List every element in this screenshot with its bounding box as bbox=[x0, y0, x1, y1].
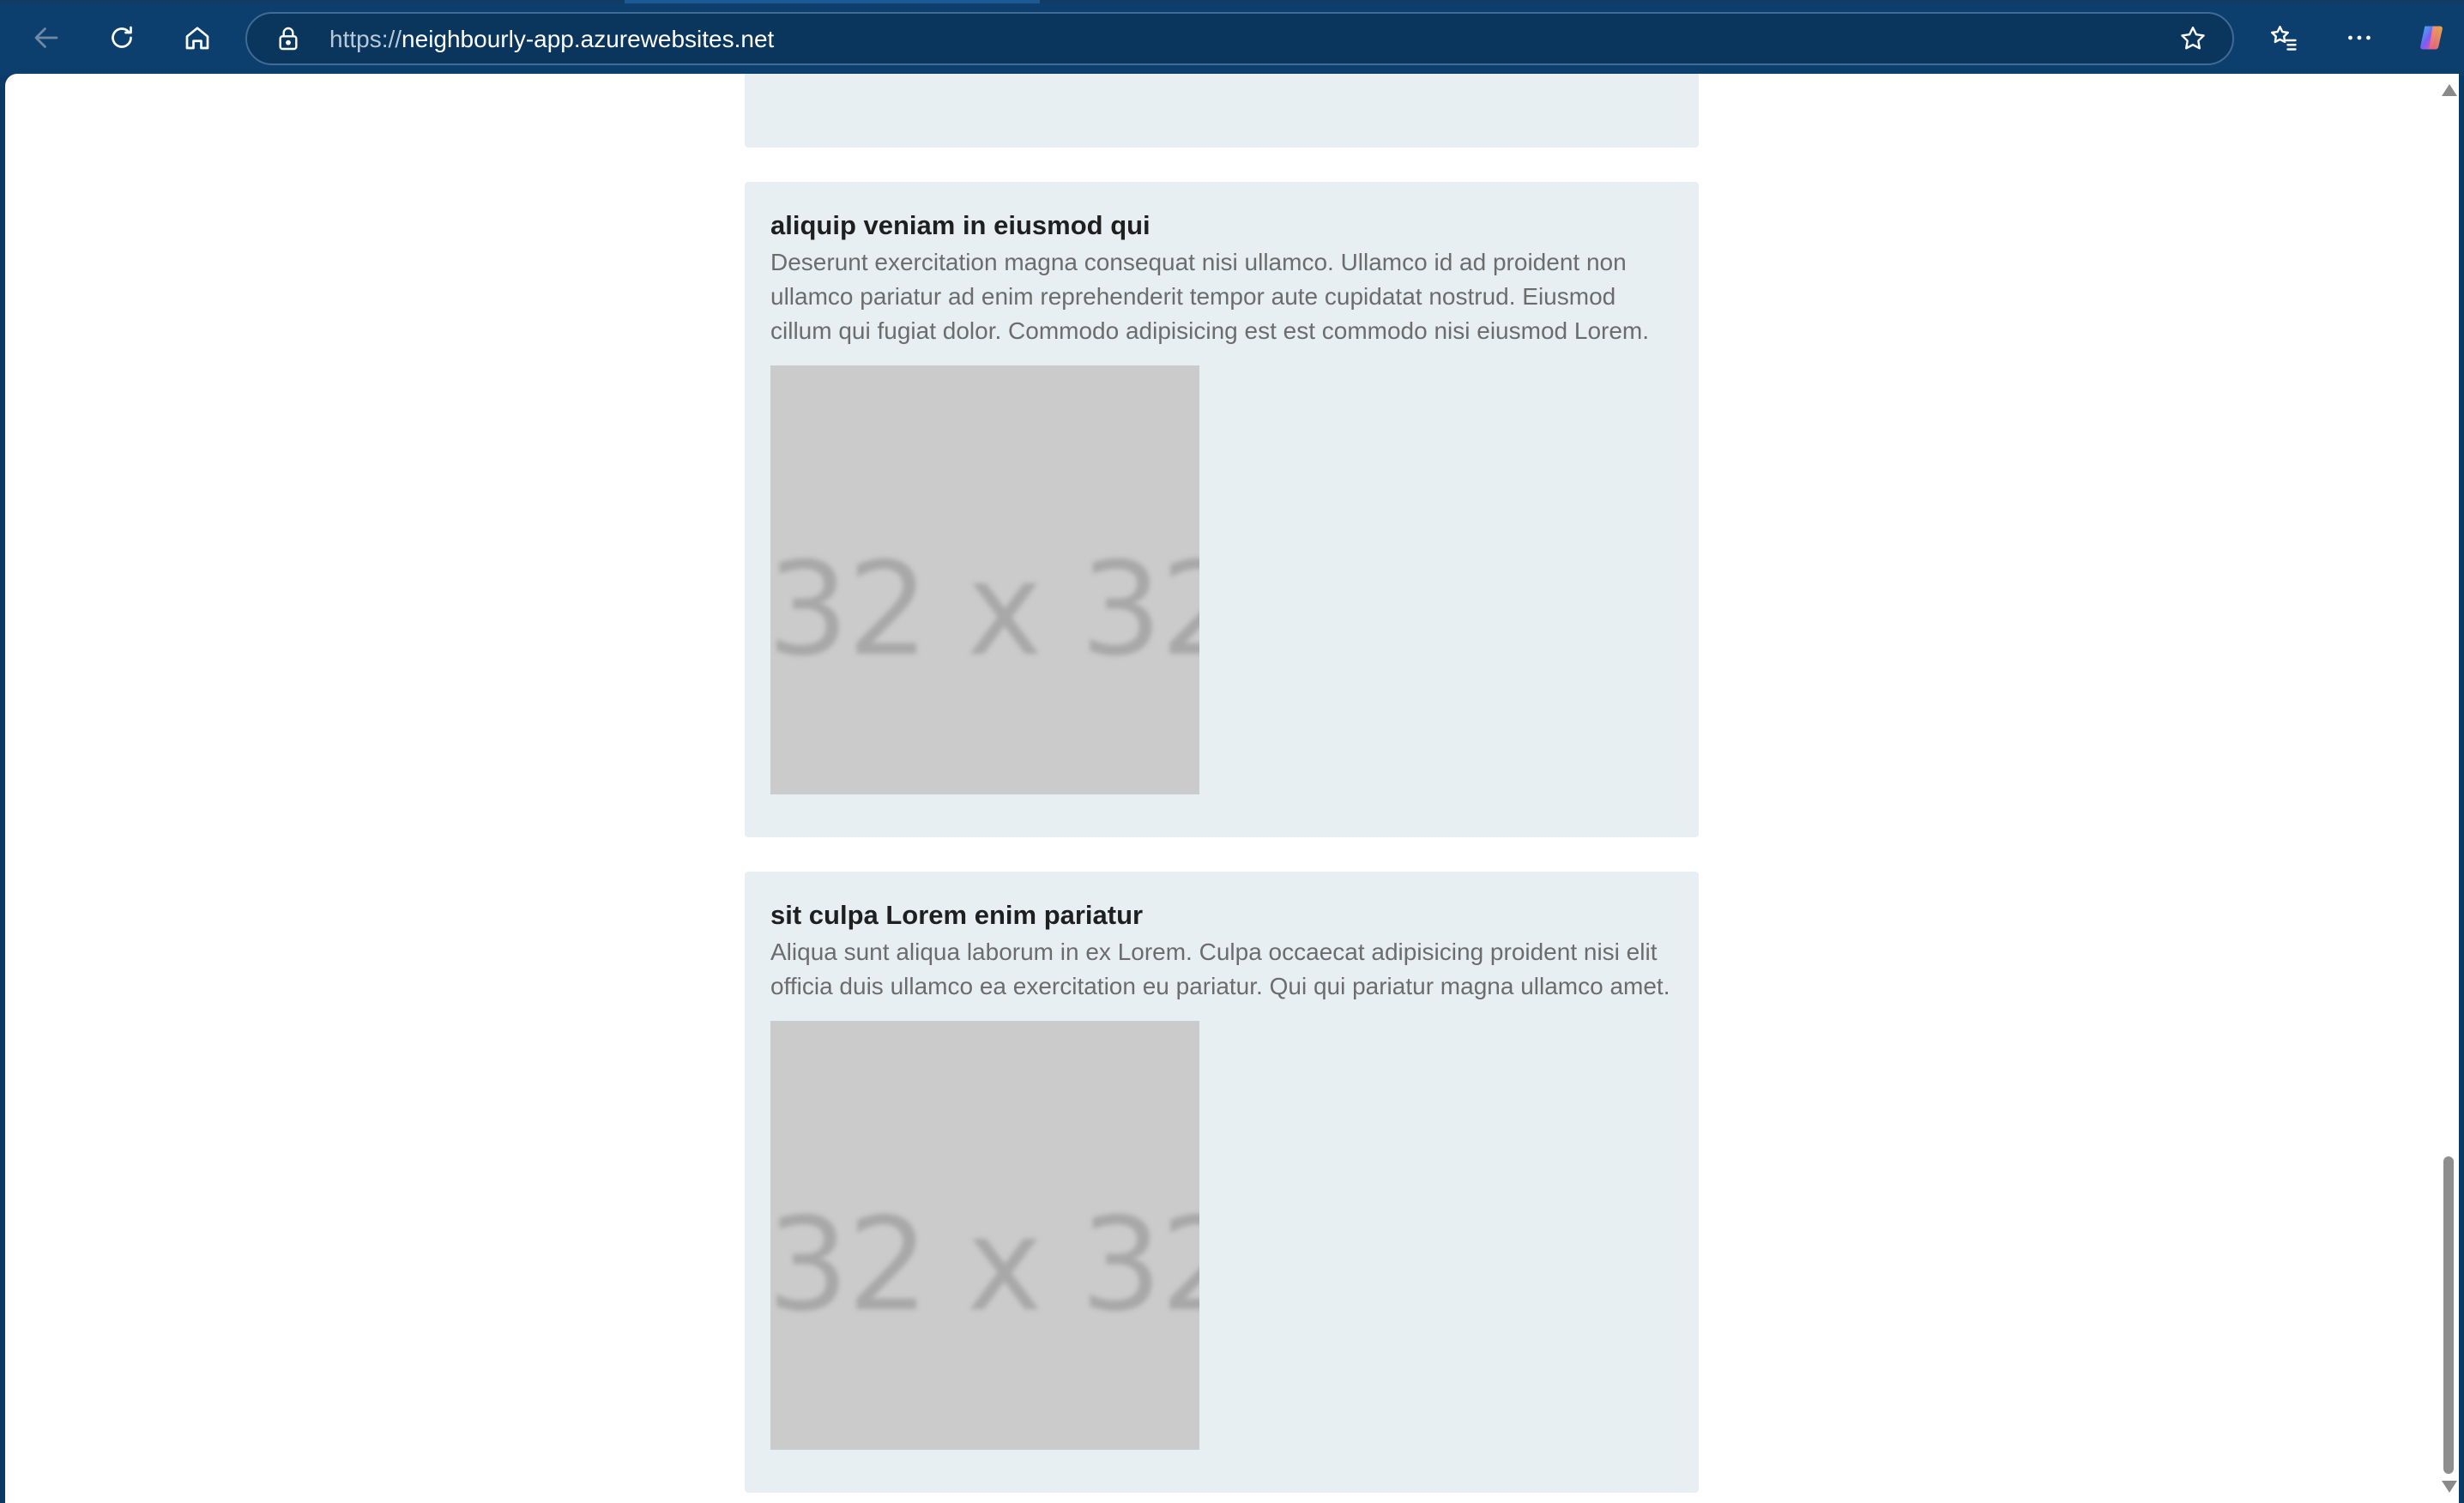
post-image-placeholder: 32 x 32 bbox=[770, 365, 1199, 794]
favorites-button[interactable] bbox=[2260, 14, 2308, 62]
refresh-icon bbox=[112, 26, 132, 48]
browser-toolbar: https://neighbourly-app.azurewebsites.ne… bbox=[0, 0, 2464, 75]
refresh-button[interactable] bbox=[98, 14, 146, 62]
more-dots-icon bbox=[2348, 35, 2370, 40]
address-bar[interactable]: https://neighbourly-app.azurewebsites.ne… bbox=[245, 12, 2234, 65]
post-card: sit culpa Lorem enim pariatur Aliqua sun… bbox=[745, 872, 1699, 1493]
home-button[interactable] bbox=[173, 14, 221, 62]
placeholder-label: 32 x 32 bbox=[770, 535, 1199, 685]
back-button[interactable] bbox=[22, 14, 70, 62]
url-text[interactable]: https://neighbourly-app.azurewebsites.ne… bbox=[329, 26, 774, 53]
page-viewport[interactable]: aliquip veniam in eiusmod qui Deserunt e… bbox=[5, 74, 2459, 1503]
placeholder-label: 32 x 32 bbox=[770, 1191, 1199, 1340]
post-title: aliquip veniam in eiusmod qui bbox=[770, 210, 1150, 240]
post-card-previous bbox=[745, 74, 1699, 148]
post-body: Aliqua sunt aliqua laborum in ex Lorem. … bbox=[770, 939, 1670, 999]
back-arrow-icon bbox=[34, 27, 58, 48]
post-title: sit culpa Lorem enim pariatur bbox=[770, 900, 1144, 930]
post-card: aliquip veniam in eiusmod qui Deserunt e… bbox=[745, 182, 1699, 837]
site-info-lock-icon[interactable] bbox=[275, 25, 302, 52]
vertical-scrollbar[interactable] bbox=[2438, 74, 2459, 1503]
more-button[interactable] bbox=[2335, 14, 2383, 62]
active-tab-indicator bbox=[625, 0, 1040, 3]
scroll-down-arrow-icon[interactable] bbox=[2442, 1481, 2457, 1493]
copilot-icon bbox=[2420, 26, 2443, 50]
post-feed: aliquip veniam in eiusmod qui Deserunt e… bbox=[745, 74, 1699, 1503]
scrollbar-thumb[interactable] bbox=[2443, 1156, 2454, 1474]
post-image-placeholder: 32 x 32 bbox=[770, 1021, 1199, 1450]
url-host: neighbourly-app.azurewebsites.net bbox=[402, 26, 775, 52]
post-body: Deserunt exercitation magna consequat ni… bbox=[770, 249, 1650, 344]
favorites-list-icon bbox=[2271, 26, 2297, 51]
tab-strip bbox=[0, 0, 2464, 3]
scroll-up-arrow-icon[interactable] bbox=[2442, 84, 2457, 96]
copilot-button[interactable] bbox=[2407, 14, 2455, 62]
star-icon[interactable] bbox=[2177, 23, 2208, 54]
home-icon bbox=[185, 27, 209, 50]
url-protocol: https:// bbox=[329, 26, 402, 52]
